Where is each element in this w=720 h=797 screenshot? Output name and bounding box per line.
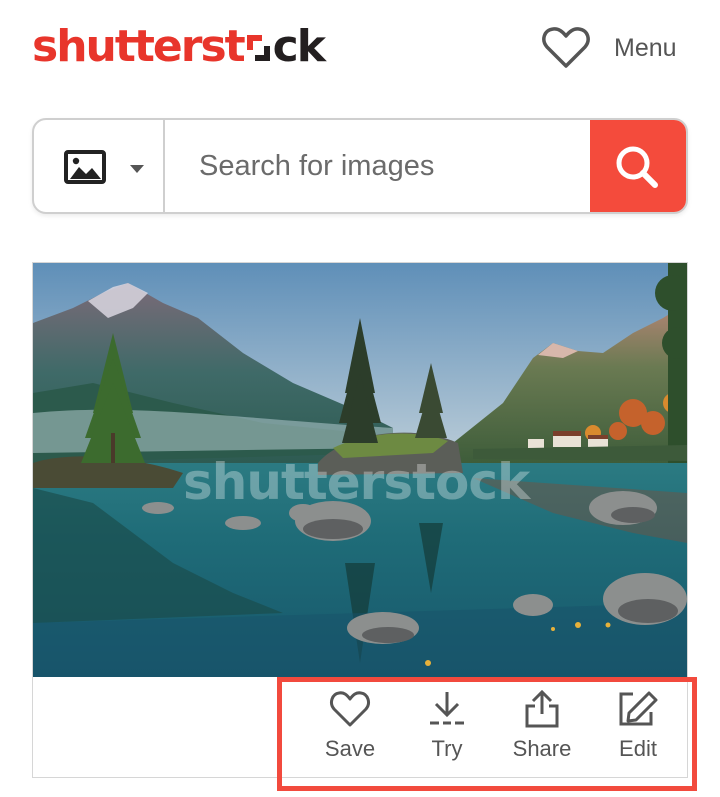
share-label: Share (512, 736, 572, 761)
shutterstock-logo[interactable]: shutterst ck (32, 21, 326, 72)
save-button[interactable]: Save (305, 686, 395, 776)
menu-button[interactable]: Menu (614, 34, 677, 63)
save-label: Save (324, 736, 376, 761)
image-icon (64, 150, 106, 184)
edit-icon (619, 691, 658, 726)
edit-label: Edit (619, 736, 657, 761)
share-button[interactable]: Share (497, 686, 587, 776)
caret-down-icon (130, 165, 144, 173)
search-icon (616, 146, 658, 188)
search-input[interactable] (167, 120, 592, 212)
heart-outline-icon (330, 691, 370, 727)
search-button[interactable] (590, 120, 686, 212)
favorites-button[interactable] (541, 26, 591, 70)
logo-text-primary: shutterst (32, 21, 246, 72)
download-icon (430, 692, 464, 725)
image-type-dropdown[interactable] (34, 120, 165, 212)
edit-button[interactable]: Edit (593, 686, 683, 776)
logo-mark-icon (245, 32, 272, 64)
search-bar (32, 118, 688, 214)
try-label: Try (431, 736, 463, 761)
try-button[interactable]: Try (402, 686, 492, 776)
logo-text-secondary: ck (272, 21, 326, 72)
image-actions: Save Try Share Edit (302, 686, 682, 776)
heart-outline-icon (542, 27, 590, 68)
share-icon (525, 690, 559, 728)
landscape-photo[interactable] (33, 263, 687, 677)
